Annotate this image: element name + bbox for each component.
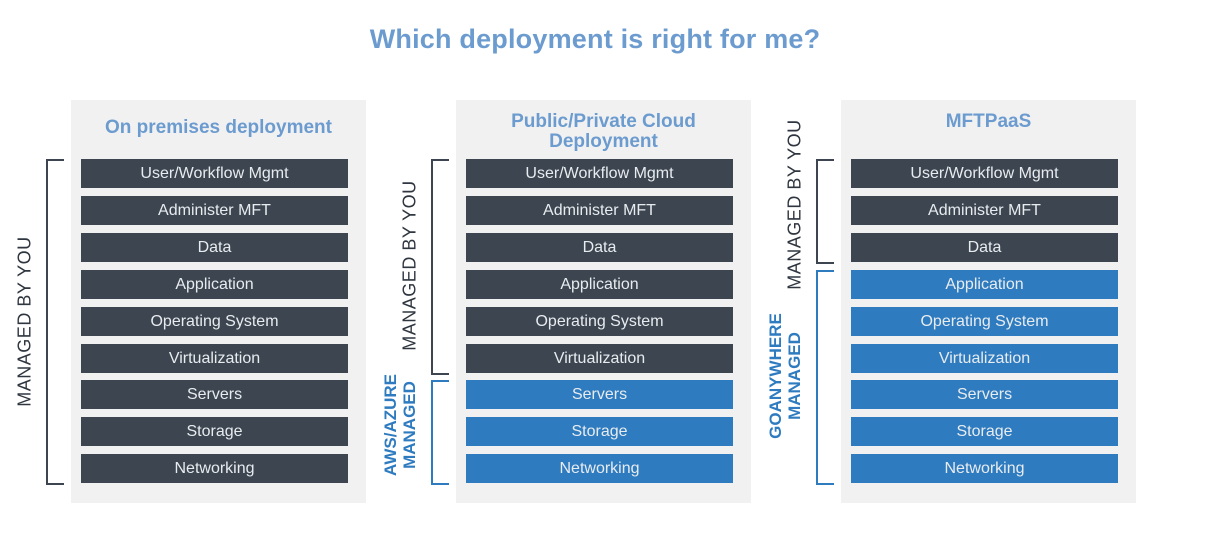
layer-data: Data xyxy=(851,232,1118,262)
layer-user-workflow-mgmt: User/Workflow Mgmt xyxy=(851,159,1118,188)
panel-title: On premises deployment xyxy=(104,117,332,138)
panel-mftpaas: MFTPaaS User/Workflow Mgmt Administer MFT… xyxy=(841,100,1136,503)
layer-user-workflow-mgmt: User/Workflow Mgmt xyxy=(81,159,348,188)
layer-user-workflow-mgmt: User/Workflow Mgmt xyxy=(466,159,733,188)
bracket-label-goanywhere-managed: GOANYWHERE MANAGED xyxy=(766,314,804,440)
bracket-label-line-1: MANAGED BY YOU xyxy=(14,235,35,407)
bracket-label-aws-azure-managed: AWS/AZURE MANAGED xyxy=(381,374,419,476)
bracket-label-line-1: MANAGED BY YOU xyxy=(784,118,805,290)
layer-application: Application xyxy=(81,269,348,299)
layer-virtualization: Virtualization xyxy=(466,343,733,373)
bracket-label-managed-by-you: MANAGED BY YOU xyxy=(399,180,420,351)
bracket-label-line-1: GOANYWHERE xyxy=(765,313,785,440)
bracket-label-managed-by-you: MANAGED BY YOU xyxy=(14,235,35,407)
bracket-label-managed-by-you: MANAGED BY YOU xyxy=(784,118,805,290)
layer-servers: Servers xyxy=(466,380,733,410)
layer-networking: Networking xyxy=(851,454,1118,484)
bracket-goanywhere-managed xyxy=(816,269,834,486)
layer-virtualization: Virtualization xyxy=(81,343,348,373)
layer-data: Data xyxy=(466,232,733,262)
layer-application: Application xyxy=(851,269,1118,299)
layer-servers: Servers xyxy=(851,380,1118,410)
bracket-label-line-1: AWS/AZURE xyxy=(381,374,400,476)
page-title: Which deployment is right for me? xyxy=(369,24,821,54)
layer-administer-mft: Administer MFT xyxy=(851,195,1118,225)
layer-storage: Storage xyxy=(466,417,733,447)
layer-servers: Servers xyxy=(81,380,348,410)
layer-networking: Networking xyxy=(81,454,348,484)
layer-storage: Storage xyxy=(81,417,348,447)
bracket-label-line-2: MANAGED xyxy=(400,381,419,469)
bracket-aws-azure-managed xyxy=(431,380,449,486)
panel-title: MFTPaaS xyxy=(945,111,1032,132)
layer-administer-mft: Administer MFT xyxy=(466,195,733,225)
panel-title-line-2: Deployment xyxy=(549,131,658,152)
bracket-managed-by-you xyxy=(46,159,64,486)
layer-operating-system: Operating System xyxy=(81,306,348,336)
layer-networking: Networking xyxy=(466,454,733,484)
bracket-label-line-1: MANAGED BY YOU xyxy=(399,180,420,351)
panel-on-premises: On premises deployment User/Workflow Mgm… xyxy=(71,100,366,503)
layer-operating-system: Operating System xyxy=(466,306,733,336)
layer-operating-system: Operating System xyxy=(851,306,1118,336)
bracket-managed-by-you xyxy=(816,159,834,264)
panel-title-line-1: Public/Private Cloud xyxy=(511,111,696,132)
bracket-managed-by-you xyxy=(431,159,449,375)
layer-data: Data xyxy=(81,232,348,262)
bracket-label-line-2: MANAGED xyxy=(784,332,804,421)
layer-storage: Storage xyxy=(851,417,1118,447)
layer-administer-mft: Administer MFT xyxy=(81,195,348,225)
panel-public-private-cloud: Public/Private Cloud Deployment User/Wor… xyxy=(456,100,751,503)
layer-application: Application xyxy=(466,269,733,299)
layer-virtualization: Virtualization xyxy=(851,343,1118,373)
